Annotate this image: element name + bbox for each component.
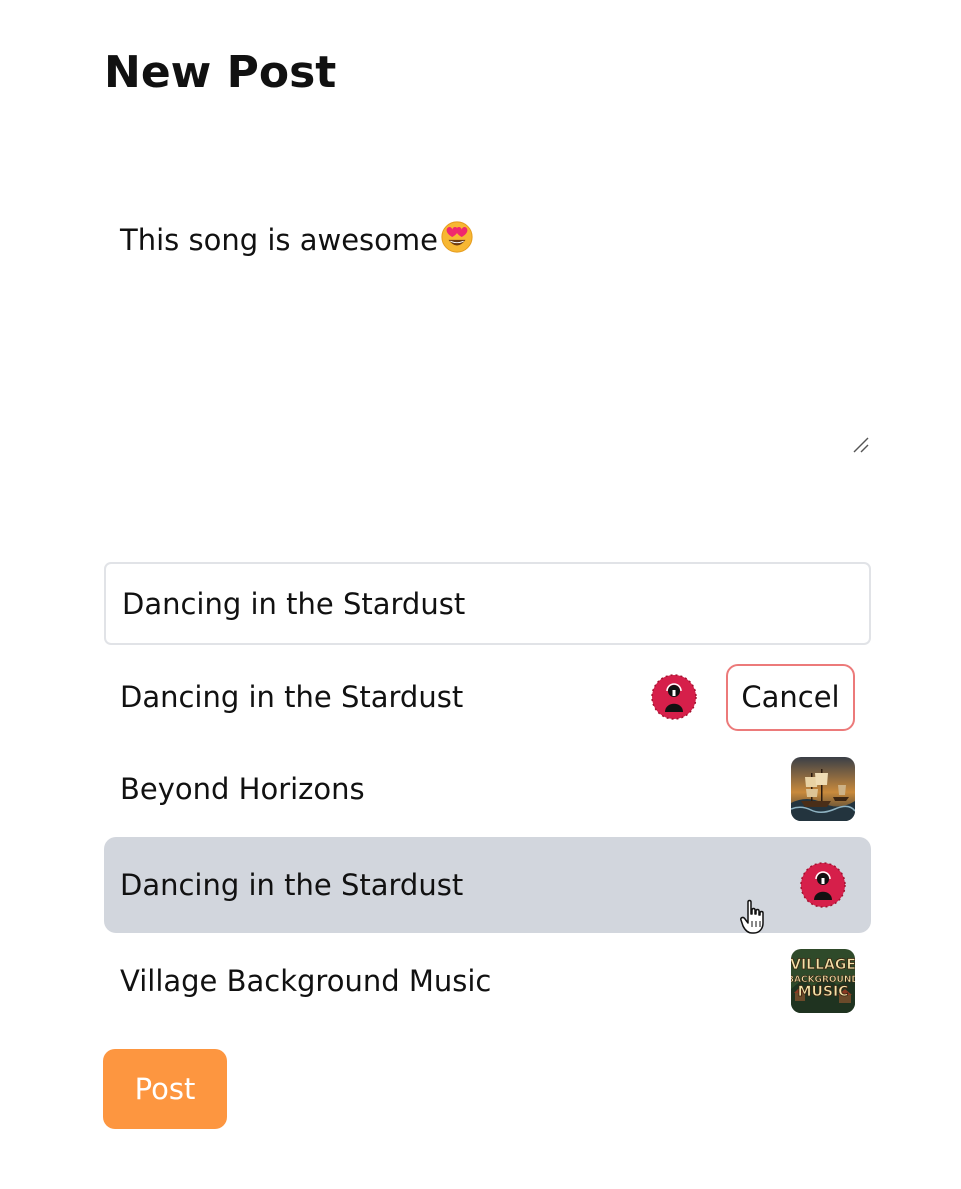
song-search-input[interactable]: Dancing in the Stardust	[104, 562, 871, 645]
song-result-item-highlighted[interactable]: Dancing in the Stardust	[104, 837, 871, 934]
song-result-title: Village Background Music	[120, 964, 492, 998]
selected-song-row: Dancing in the Stardust Cancel	[104, 653, 871, 741]
post-text: This song is awesome	[120, 223, 438, 257]
svg-text:VILLAGE: VILLAGE	[791, 957, 855, 973]
svg-text:MUSIC: MUSIC	[798, 984, 849, 1000]
selected-song-title: Dancing in the Stardust	[120, 680, 464, 714]
post-button[interactable]: Post	[103, 1049, 227, 1129]
new-post-page: New Post This song is awesome Dancing in…	[0, 0, 961, 1189]
resize-handle-icon[interactable]	[852, 436, 870, 454]
song-list: Dancing in the Stardust Cancel Beyond Ho…	[104, 653, 871, 1029]
red-circle-silhouette-art-icon	[651, 674, 697, 720]
cancel-button[interactable]: Cancel	[726, 663, 855, 731]
song-search-value: Dancing in the Stardust	[122, 586, 466, 621]
song-result-item[interactable]: Village Background Music VILLAGE BACKGRO…	[104, 933, 871, 1029]
song-result-title: Beyond Horizons	[120, 772, 365, 806]
village-music-art-icon: VILLAGE BACKGROUND MUSIC	[791, 949, 855, 1013]
song-result-title: Dancing in the Stardust	[120, 868, 464, 902]
pirate-ship-art-icon	[791, 757, 855, 821]
heart-eyes-emoji-icon	[441, 221, 473, 253]
post-text-area[interactable]: This song is awesome	[104, 200, 872, 458]
hand-pointer-cursor-icon	[740, 899, 764, 934]
song-result-item[interactable]: Beyond Horizons	[104, 741, 871, 837]
page-title: New Post	[104, 47, 337, 98]
red-circle-silhouette-art-icon	[800, 862, 846, 908]
